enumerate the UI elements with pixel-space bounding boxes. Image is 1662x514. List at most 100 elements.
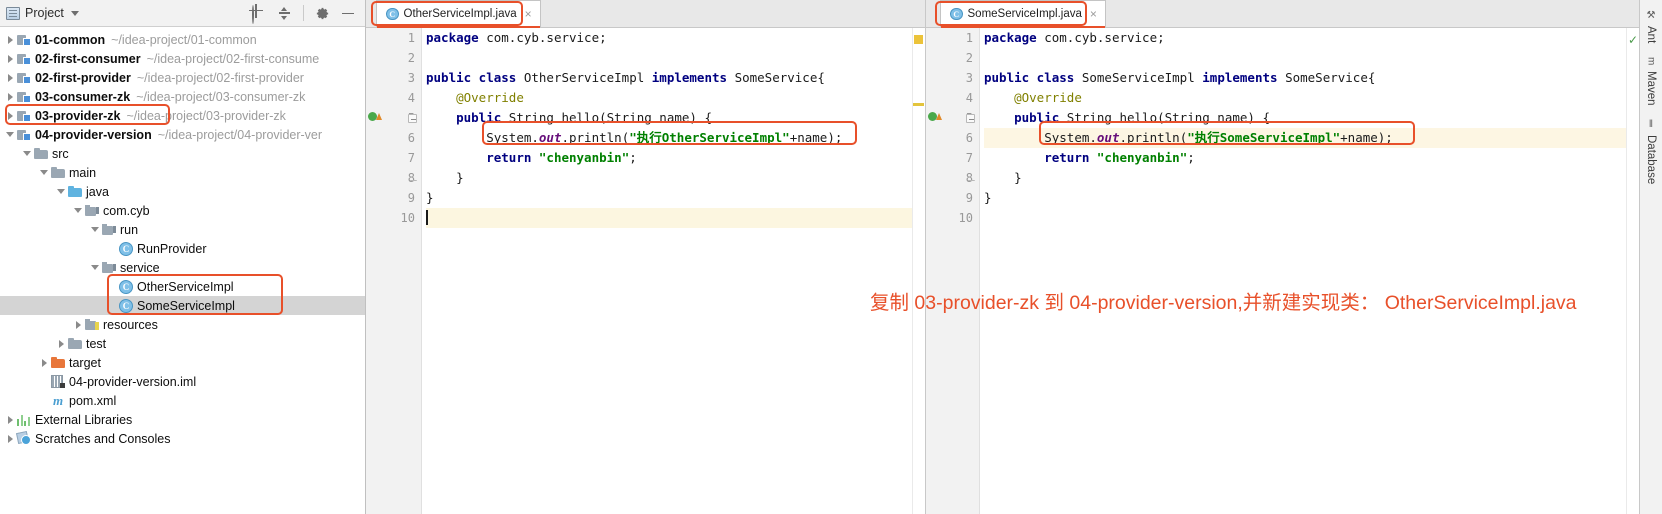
line-number[interactable]: 4 — [926, 88, 979, 108]
line-number[interactable]: 6 — [366, 128, 421, 148]
settings-gear-icon[interactable] — [315, 6, 330, 21]
code-line[interactable]: System.out.println("执行SomeServiceImpl"+n… — [984, 128, 1639, 148]
expand-arrow-open-icon[interactable] — [4, 132, 16, 137]
inspection-ok-icon[interactable]: ✓ — [1628, 34, 1638, 46]
tree-item-03-consumer-zk[interactable]: 03-consumer-zk ~/idea-project/03-consumer… — [0, 87, 365, 106]
tree-item-03-provider-zk[interactable]: 03-provider-zk ~/idea-project/03-provider… — [0, 106, 365, 125]
marker-track-left[interactable] — [912, 28, 925, 514]
code-line[interactable] — [426, 208, 925, 228]
project-panel-title-group[interactable]: Project — [6, 6, 79, 20]
expand-arrow-closed-icon[interactable] — [4, 434, 16, 443]
code-area-right[interactable]: package com.cyb.service; public class Som… — [980, 28, 1639, 514]
tree-item-scratches-and-consoles[interactable]: Scratches and Consoles — [0, 429, 365, 448]
tool-window-tab-maven[interactable]: m Maven — [1642, 51, 1660, 111]
code-line[interactable]: @Override — [426, 88, 925, 108]
tree-item-java[interactable]: java — [0, 182, 365, 201]
warning-marker[interactable] — [914, 35, 923, 44]
expand-arrow-closed-icon[interactable] — [38, 358, 50, 367]
line-number[interactable]: 10 — [926, 208, 979, 228]
tab-SomeServiceImpl-java[interactable]: C SomeServiceImpl.java × — [940, 0, 1106, 28]
expand-arrow-closed-icon[interactable] — [4, 73, 16, 82]
code-line[interactable]: public class SomeServiceImpl implements … — [984, 68, 1639, 88]
line-number[interactable]: 1 — [366, 28, 421, 48]
tree-item-pom-xml[interactable]: m pom.xml — [0, 391, 365, 410]
code-line[interactable]: } — [984, 168, 1639, 188]
tree-item-otherserviceimpl[interactable]: C OtherServiceImpl — [0, 277, 365, 296]
locate-icon[interactable] — [251, 4, 266, 24]
line-number[interactable]: 6 — [926, 128, 979, 148]
line-number[interactable]: 3 — [366, 68, 421, 88]
collapse-all-icon[interactable] — [277, 6, 292, 21]
code-line[interactable] — [426, 48, 925, 68]
expand-arrow-open-icon[interactable] — [89, 265, 101, 270]
fold-end-icon[interactable] — [410, 174, 417, 181]
fold-collapse-icon[interactable] — [966, 114, 975, 123]
tree-item-com-cyb[interactable]: com.cyb — [0, 201, 365, 220]
tree-item-src[interactable]: src — [0, 144, 365, 163]
line-number[interactable]: 7 — [926, 148, 979, 168]
tree-item-02-first-consumer[interactable]: 02-first-consumer ~/idea-project/02-first… — [0, 49, 365, 68]
code-line[interactable]: return "chenyanbin"; — [426, 148, 925, 168]
line-number[interactable]: 9 — [366, 188, 421, 208]
expand-arrow-closed-icon[interactable] — [55, 339, 67, 348]
tree-item-run[interactable]: run — [0, 220, 365, 239]
line-number[interactable]: 2 — [926, 48, 979, 68]
expand-arrow-open-icon[interactable] — [38, 170, 50, 175]
line-number[interactable]: 4 — [366, 88, 421, 108]
tree-item-main[interactable]: main — [0, 163, 365, 182]
code-line[interactable] — [984, 48, 1639, 68]
run-gutter-icon[interactable] — [928, 112, 942, 121]
tree-item-runprovider[interactable]: C RunProvider — [0, 239, 365, 258]
tree-item-02-first-provider[interactable]: 02-first-provider ~/idea-project/02-first… — [0, 68, 365, 87]
marker-track-right[interactable]: ✓ — [1626, 28, 1639, 514]
code-line[interactable]: public String hello(String name) { — [426, 108, 925, 128]
run-gutter-icon[interactable] — [368, 112, 382, 121]
line-number[interactable]: 8 — [926, 168, 979, 188]
code-line[interactable]: public class OtherServiceImpl implements… — [426, 68, 925, 88]
gutter-right[interactable]: 1 2 3 4 5 6 7 8 9 10 — [926, 28, 980, 514]
line-number[interactable]: 8 — [366, 168, 421, 188]
gutter-left[interactable]: 1 2 3 4 5 6 7 8 9 10 — [366, 28, 422, 514]
tree-item-someserviceimpl[interactable]: C SomeServiceImpl — [0, 296, 365, 315]
code-line[interactable]: return "chenyanbin"; — [984, 148, 1639, 168]
tree-item-test[interactable]: test — [0, 334, 365, 353]
expand-arrow-closed-icon[interactable] — [4, 415, 16, 424]
expand-arrow-open-icon[interactable] — [72, 208, 84, 213]
expand-arrow-closed-icon[interactable] — [4, 92, 16, 101]
tree-item-04-provider-version-iml[interactable]: 04-provider-version.iml — [0, 372, 365, 391]
expand-arrow-closed-icon[interactable] — [4, 54, 16, 63]
chevron-down-icon[interactable] — [70, 10, 79, 16]
tree-item-target[interactable]: target — [0, 353, 365, 372]
line-number[interactable]: 10 — [366, 208, 421, 228]
expand-arrow-open-icon[interactable] — [55, 189, 67, 194]
close-icon[interactable]: × — [1090, 8, 1097, 20]
line-number[interactable]: 9 — [926, 188, 979, 208]
expand-arrow-closed-icon[interactable] — [4, 35, 16, 44]
code-line[interactable]: } — [426, 168, 925, 188]
code-line[interactable]: @Override — [984, 88, 1639, 108]
code-line[interactable]: System.out.println("执行OtherServiceImpl"+… — [426, 128, 925, 148]
code-line[interactable]: } — [984, 188, 1639, 208]
tree-item-01-common[interactable]: 01-common ~/idea-project/01-common — [0, 30, 365, 49]
tree-item-resources[interactable]: resources — [0, 315, 365, 334]
expand-arrow-open-icon[interactable] — [89, 227, 101, 232]
line-number[interactable]: 2 — [366, 48, 421, 68]
line-number[interactable]: 3 — [926, 68, 979, 88]
line-number[interactable]: 5 — [366, 108, 421, 128]
hide-panel-icon[interactable] — [341, 6, 355, 21]
tool-window-tab-ant[interactable]: ⚒ Ant — [1642, 4, 1660, 49]
tree-item-service[interactable]: service — [0, 258, 365, 277]
tool-window-tab-database[interactable]: ‖ Database — [1642, 113, 1660, 190]
line-number[interactable]: 1 — [926, 28, 979, 48]
fold-collapse-icon[interactable] — [408, 114, 417, 123]
code-line[interactable]: } — [426, 188, 925, 208]
close-icon[interactable]: × — [525, 8, 532, 20]
code-line[interactable]: package com.cyb.service; — [426, 28, 925, 48]
code-line[interactable]: package com.cyb.service; — [984, 28, 1639, 48]
tree-item-04-provider-version[interactable]: 04-provider-version ~/idea-project/04-pro… — [0, 125, 365, 144]
fold-end-icon[interactable] — [968, 174, 975, 181]
expand-arrow-closed-icon[interactable] — [72, 320, 84, 329]
expand-arrow-open-icon[interactable] — [21, 151, 33, 156]
code-line[interactable] — [984, 208, 1639, 228]
tree-item-external-libraries[interactable]: External Libraries — [0, 410, 365, 429]
